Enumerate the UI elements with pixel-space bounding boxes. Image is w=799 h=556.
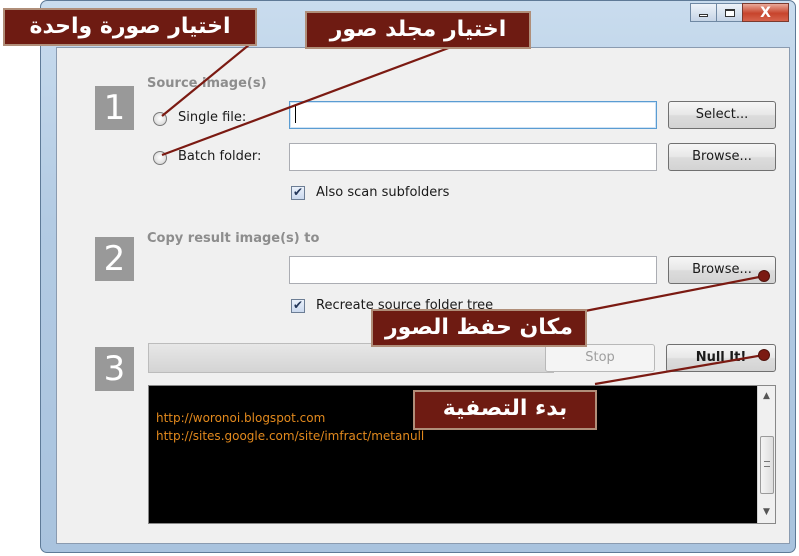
select-file-button[interactable]: Select...: [668, 101, 776, 129]
maximize-button[interactable]: [716, 3, 743, 22]
step-number-1: 1: [95, 86, 134, 130]
callout-dot: [758, 270, 770, 282]
console-scrollbar[interactable]: ▲ ▼: [757, 386, 775, 523]
minimize-button[interactable]: [690, 3, 717, 22]
grip-icon: [764, 461, 770, 467]
callout-save-location: مكان حفظ الصور: [371, 309, 587, 347]
callout-choose-image: اختيار صورة واحدة: [3, 8, 257, 46]
window-controls: X: [690, 3, 789, 23]
progress-bar: [148, 343, 554, 373]
single-file-label: Single file:: [178, 110, 247, 125]
callout-dot: [758, 349, 770, 361]
callout-start-cleanup: بدء التصفية: [413, 390, 597, 430]
maximize-icon: [724, 8, 735, 17]
console-line: http://woronoi.blogspot.com: [156, 411, 326, 425]
batch-folder-input[interactable]: [289, 143, 657, 171]
section-title-source: Source image(s): [147, 76, 267, 91]
minimize-icon: [699, 14, 708, 17]
single-file-input[interactable]: [289, 101, 657, 129]
recreate-tree-checkbox[interactable]: ✔: [291, 298, 305, 313]
checkmark-icon: ✔: [293, 298, 304, 312]
close-icon: X: [760, 4, 771, 21]
scroll-down-icon[interactable]: ▼: [758, 504, 775, 521]
batch-folder-label: Batch folder:: [178, 149, 262, 164]
batch-folder-radio[interactable]: [153, 151, 167, 165]
single-file-radio[interactable]: [153, 112, 167, 126]
browse-source-folder-button[interactable]: Browse...: [668, 143, 776, 171]
scan-subfolders-label: Also scan subfolders: [316, 185, 450, 200]
stop-button[interactable]: Stop: [545, 344, 655, 372]
scan-subfolders-checkbox[interactable]: ✔: [291, 185, 305, 200]
step-number-2: 2: [95, 237, 134, 281]
step-number-3: 3: [95, 347, 134, 391]
section-title-destination: Copy result image(s) to: [147, 231, 320, 246]
callout-choose-folder: اختيار مجلد صور: [305, 11, 531, 49]
close-button[interactable]: X: [742, 3, 789, 22]
scroll-up-icon[interactable]: ▲: [758, 388, 775, 405]
checkmark-icon: ✔: [293, 185, 304, 199]
console-line: http://sites.google.com/site/imfract/met…: [156, 429, 425, 443]
text-caret: [295, 106, 296, 123]
scrollbar-thumb[interactable]: [760, 436, 774, 494]
destination-folder-input[interactable]: [289, 256, 657, 284]
